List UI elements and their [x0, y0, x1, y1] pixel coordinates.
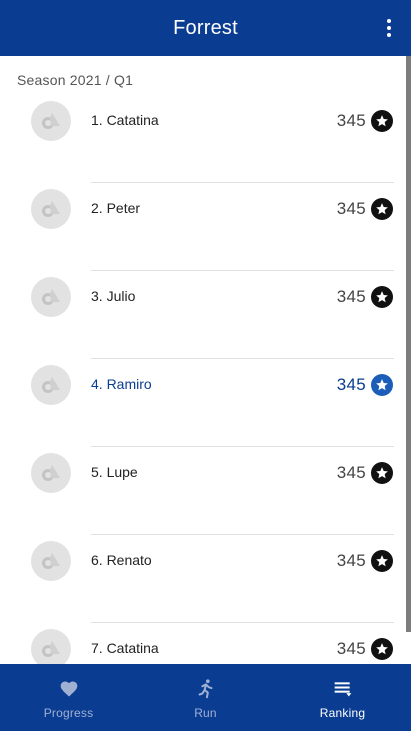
more-options-icon[interactable]	[381, 16, 397, 40]
avatar	[31, 189, 71, 229]
run-icon	[195, 678, 217, 700]
runner-score: 345	[336, 551, 366, 570]
runner-score: 345	[336, 287, 366, 306]
avatar	[31, 101, 71, 141]
runner-score: 345	[336, 111, 366, 130]
ranking-row[interactable]: 7. Catatina 345	[0, 624, 406, 664]
ranking-row[interactable]: 1. Catatina 345	[0, 96, 406, 184]
bottom-navigation: Progress Run Ranking	[0, 664, 411, 731]
ranking-row[interactable]: 2. Peter 345	[0, 184, 406, 272]
runner-name: 1. Catatina	[91, 112, 159, 128]
row-divider	[91, 622, 394, 623]
star-icon	[371, 374, 393, 396]
row-divider	[91, 358, 394, 359]
ranking-list: 1. Catatina 345 2. Peter 345 3. Julio 345 4. R…	[0, 96, 406, 664]
nav-label: Ranking	[319, 706, 366, 720]
heart-icon	[58, 678, 80, 700]
avatar	[31, 453, 71, 493]
season-header: Season 2021 / Q1	[17, 72, 134, 88]
avatar	[31, 365, 71, 405]
ranking-icon	[332, 678, 354, 700]
runner-score: 345	[336, 375, 366, 394]
avatar	[31, 541, 71, 581]
app-bar: Forrest	[0, 0, 411, 56]
runner-name: 2. Peter	[91, 200, 141, 216]
row-divider	[91, 446, 394, 447]
runner-name: 5. Lupe	[91, 464, 138, 480]
nav-item-ranking[interactable]: Ranking	[274, 664, 411, 731]
runner-name: 4. Ramiro	[91, 376, 152, 392]
star-icon	[371, 286, 393, 308]
nav-item-progress[interactable]: Progress	[0, 664, 137, 731]
scrollbar[interactable]	[406, 56, 411, 632]
ranking-row[interactable]: 6. Renato 345	[0, 536, 406, 624]
star-icon	[371, 110, 393, 132]
row-divider	[91, 270, 394, 271]
runner-score: 345	[336, 463, 366, 482]
avatar	[31, 277, 71, 317]
star-icon	[371, 198, 393, 220]
ranking-row[interactable]: 3. Julio 345	[0, 272, 406, 360]
ranking-row[interactable]: 4. Ramiro 345	[0, 360, 406, 448]
app-root: Forrest Season 2021 / Q1 1. Catatina 345 2…	[0, 0, 411, 731]
star-icon	[371, 462, 393, 484]
runner-name: 6. Renato	[91, 552, 152, 568]
nav-label: Run	[194, 706, 217, 720]
star-icon	[371, 638, 393, 660]
avatar	[31, 629, 71, 664]
star-icon	[371, 550, 393, 572]
runner-score: 345	[336, 199, 366, 218]
ranking-row[interactable]: 5. Lupe 345	[0, 448, 406, 536]
ranking-content: Season 2021 / Q1 1. Catatina 345 2. Peter 3…	[0, 56, 411, 664]
nav-label: Progress	[43, 706, 94, 720]
row-divider	[91, 182, 394, 183]
runner-score: 345	[336, 639, 366, 658]
runner-name: 3. Julio	[91, 288, 136, 304]
row-divider	[91, 534, 394, 535]
app-title: Forrest	[173, 16, 238, 39]
runner-name: 7. Catatina	[91, 640, 159, 656]
nav-item-run[interactable]: Run	[137, 664, 274, 731]
